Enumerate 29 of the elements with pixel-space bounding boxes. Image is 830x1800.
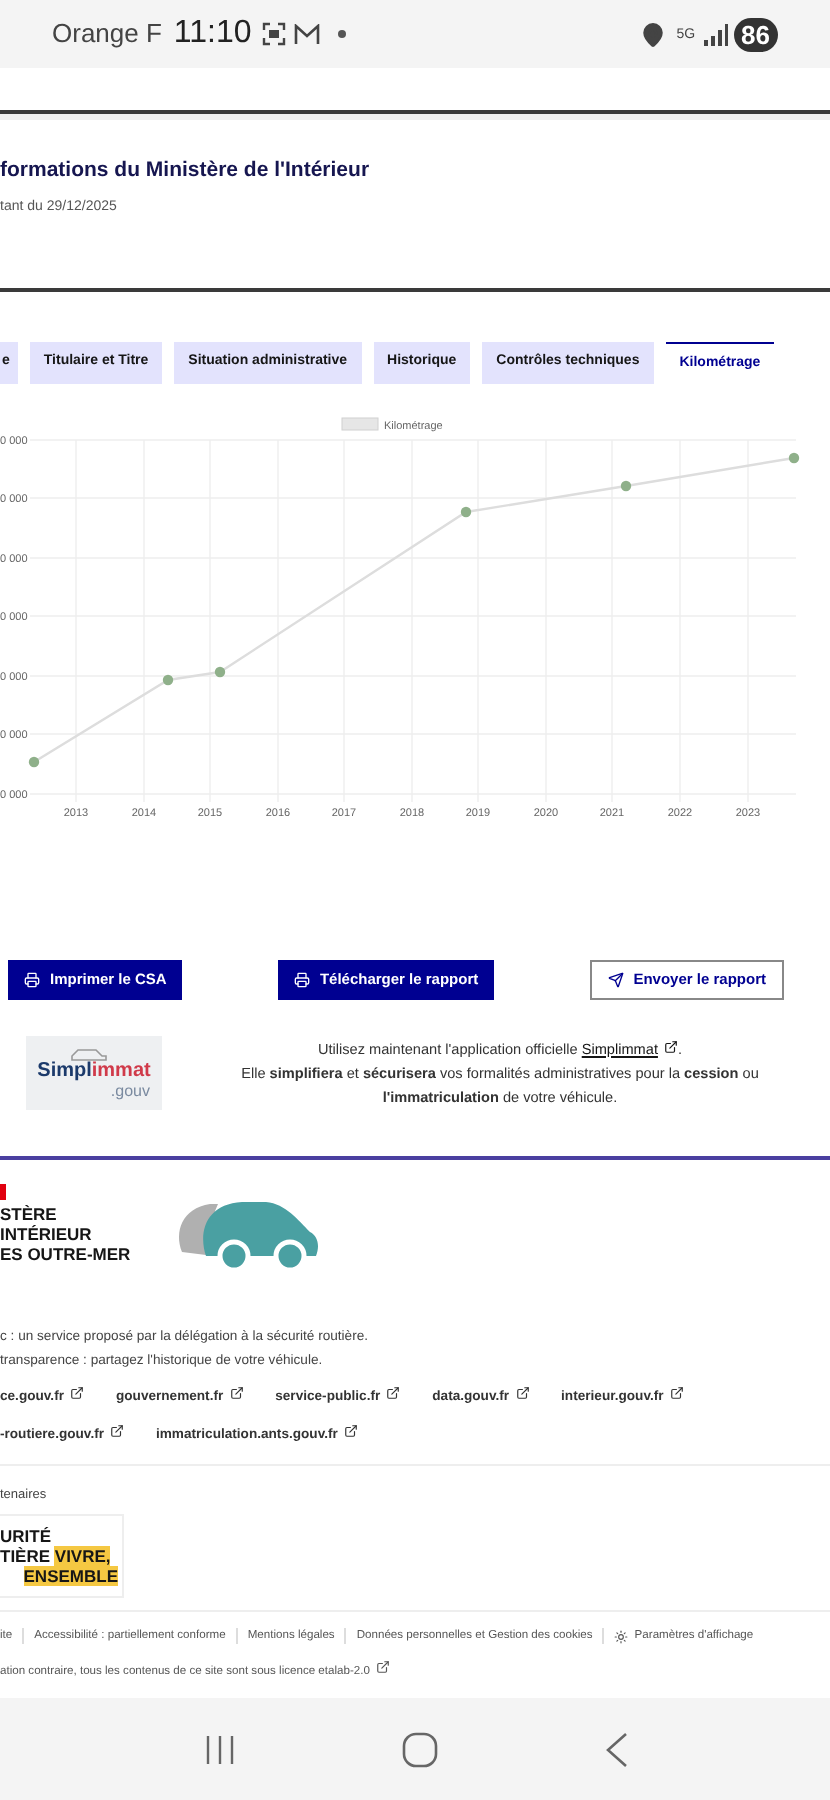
send-icon	[607, 972, 624, 988]
external-link-icon	[386, 1386, 401, 1400]
ministry-logo: STÈRE INTÉRIEUR ES OUTRE-MER	[0, 1184, 156, 1280]
back-icon[interactable]	[603, 1731, 627, 1767]
signal-icon	[703, 23, 728, 45]
clock: 11:10	[173, 14, 252, 54]
external-link-icon	[69, 1386, 84, 1400]
logo-text: Simplimmat	[37, 1061, 151, 1081]
external-link-icon	[343, 1424, 358, 1439]
battery-level: 86	[733, 17, 778, 51]
page-title: formations du Ministère de l'Intérieur	[0, 156, 372, 186]
carrier-name: Orange F	[52, 16, 162, 53]
external-link-icon	[229, 1386, 244, 1400]
external-link-icon	[375, 1659, 390, 1674]
external-link-icon	[663, 1039, 678, 1053]
printer-icon	[24, 972, 40, 988]
printer-icon	[293, 972, 310, 988]
external-link-icon	[669, 1386, 684, 1400]
home-icon[interactable]	[401, 1731, 437, 1767]
external-link-icon	[110, 1424, 124, 1439]
location-icon	[640, 21, 667, 47]
logo-suffix: .gouv	[110, 1081, 152, 1101]
screenshot-icon	[261, 22, 286, 46]
external-link-icon	[515, 1386, 530, 1400]
recent-apps-icon[interactable]	[203, 1733, 235, 1765]
mail-icon	[293, 23, 320, 45]
display-settings-icon	[614, 1629, 629, 1644]
partner-logo: URITÉ TIÈRE VIVRE, ENSEMBLE	[0, 1514, 124, 1599]
legend-swatch-icon	[341, 417, 379, 431]
